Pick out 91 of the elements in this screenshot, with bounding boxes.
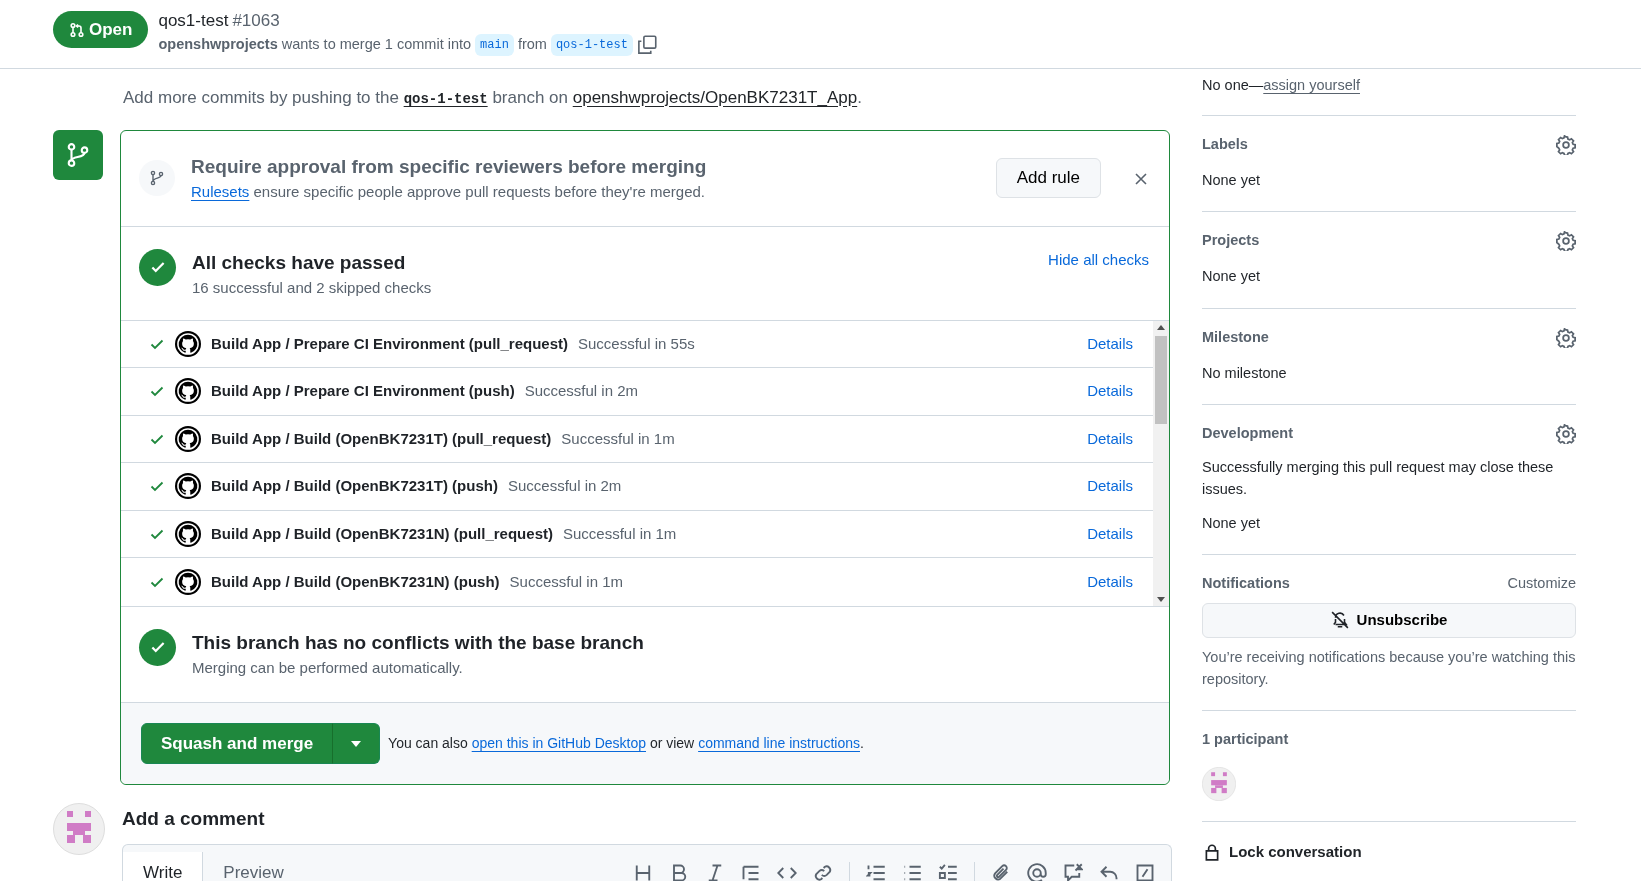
check-name: Build App / Build (OpenBK7231N) (pull_request) (211, 523, 553, 544)
hide-checks-link[interactable]: Hide all checks (1048, 248, 1149, 300)
scrollbar-thumb[interactable] (1155, 335, 1167, 424)
close-icon (1134, 171, 1148, 186)
github-logo-icon (175, 520, 201, 547)
cross-reference-icon[interactable] (1063, 862, 1083, 881)
scroll-down-icon (1157, 596, 1165, 602)
caret-icon (351, 741, 362, 747)
check-name: Build App / Prepare CI Environment (push) (211, 381, 515, 401)
section-value: None yet (1202, 170, 1262, 190)
section-value: No milestone (1202, 363, 1288, 383)
pull-request-icon (69, 21, 85, 38)
copy-icon[interactable] (636, 34, 657, 55)
section-title: Notifications (1202, 574, 1290, 594)
conflicts-subtitle: Merging can be performed automatically. (192, 658, 464, 678)
assign-yourself-link[interactable]: assign yourself (1263, 77, 1360, 93)
settings-icon[interactable] (1556, 231, 1576, 252)
task-list-icon[interactable] (938, 862, 958, 881)
scroll-up-icon (1157, 324, 1165, 330)
slash-command-icon[interactable] (1135, 862, 1155, 881)
github-logo-icon (175, 330, 201, 357)
conflicts-title: This branch has no conflicts with the base branch (192, 630, 644, 655)
check-status: Successful in 55s (578, 333, 695, 354)
from-text: from (517, 34, 547, 54)
branch-link[interactable]: main (475, 33, 514, 56)
settings-icon[interactable] (1556, 327, 1576, 348)
details-link[interactable]: Details (1087, 570, 1133, 593)
details-link[interactable]: Details (1087, 522, 1133, 545)
ruleset-description: Rulesets ensure specific people approve pull requests before they're merged. (191, 182, 706, 202)
unsubscribe-button[interactable]: Unsubscribe (1202, 603, 1576, 638)
bell-slash-icon (1330, 611, 1349, 630)
section-title: Development (1202, 424, 1294, 444)
check-name: Build App / Build (OpenBK7231N) (push) (211, 571, 500, 592)
squash-merge-button[interactable]: Squash and merge (141, 722, 334, 764)
merge-note: You can also open this in GitHub Desktop or view command line instructions. (388, 733, 864, 753)
checks-title: All checks have passed (192, 250, 407, 275)
avatar (53, 803, 105, 855)
link-icon[interactable] (813, 862, 833, 881)
branch-icon (149, 170, 165, 186)
add-rule-button[interactable]: Add rule (995, 158, 1101, 198)
rulesets-link[interactable]: Rulesets (191, 183, 250, 200)
lock-icon (1203, 843, 1221, 862)
customize-link[interactable]: Customize (1507, 573, 1576, 595)
section-title: Projects (1202, 231, 1260, 251)
repo-link[interactable]: openshwprojects/OpenBK7231T_App (572, 88, 858, 107)
author-link[interactable]: openshwprojects (158, 33, 278, 56)
state-badge: Open (53, 11, 149, 48)
command-line-link[interactable]: command line instructions (698, 734, 860, 751)
details-link[interactable]: Details (1087, 475, 1133, 498)
github-logo-icon (175, 425, 201, 452)
section-title: 1 participant (1202, 730, 1290, 750)
push-hint: Add more commits by pushing to the qos-1-test branch on openshwprojects/OpenBK7231T_App. (123, 87, 863, 109)
check-name: Build App / Prepare CI Environment (pull_request) (211, 333, 568, 354)
check-status: Successful in 2m (507, 476, 622, 496)
branch-link[interactable]: qos-1-test (550, 33, 633, 56)
check-status: Successful in 2m (524, 381, 639, 401)
section-title: Labels (1202, 134, 1248, 154)
details-link[interactable]: Details (1087, 332, 1133, 355)
ruleset-title: Require approval from specific reviewers before merging (191, 154, 707, 179)
github-logo-icon (175, 568, 201, 595)
check-status: Successful in 1m (562, 523, 677, 544)
details-link[interactable]: Details (1087, 427, 1133, 450)
check-status: Successful in 1m (561, 428, 675, 449)
check-status: Successful in 1m (509, 571, 623, 592)
section-title: Milestone (1202, 327, 1269, 347)
settings-icon[interactable] (1556, 134, 1576, 155)
pr-title: qos1-test (158, 10, 229, 32)
lock-conversation-button[interactable]: Lock conversation (1202, 840, 1363, 865)
preview-tab[interactable]: Preview (203, 851, 304, 881)
settings-icon[interactable] (1556, 424, 1576, 445)
pr-number: #1063 (232, 10, 280, 32)
github-logo-icon (175, 473, 201, 500)
merge-options-button[interactable] (332, 722, 381, 764)
write-tab[interactable]: Write (123, 851, 204, 881)
section-text: Successfully merging this pull request may close these issues. (1202, 458, 1555, 499)
details-link[interactable]: Details (1087, 380, 1133, 403)
checks-summary: 16 successful and 2 skipped checks (192, 278, 432, 298)
mention-icon[interactable] (1027, 862, 1047, 881)
branch-icon (65, 141, 91, 168)
check-name: Build App / Build (OpenBK7231T) (pull_request) (211, 428, 552, 449)
check-name: Build App / Build (OpenBK7231T) (push) (211, 476, 498, 496)
github-logo-icon (175, 378, 201, 405)
merge-text: wants to merge 1 commit into (281, 34, 472, 54)
participant-avatar[interactable] (1202, 767, 1236, 802)
comment-heading: Add a comment (122, 807, 266, 831)
section-value: None yet (1202, 267, 1262, 286)
paperclip-icon[interactable] (991, 862, 1011, 881)
github-desktop-link[interactable]: open this in GitHub Desktop (471, 734, 646, 751)
notification-reason: You’re receiving notifications because you’re watching this repository. (1202, 647, 1576, 689)
section-value: None yet (1202, 513, 1262, 533)
assignees-text: No one—assign yourself (1202, 69, 1576, 116)
